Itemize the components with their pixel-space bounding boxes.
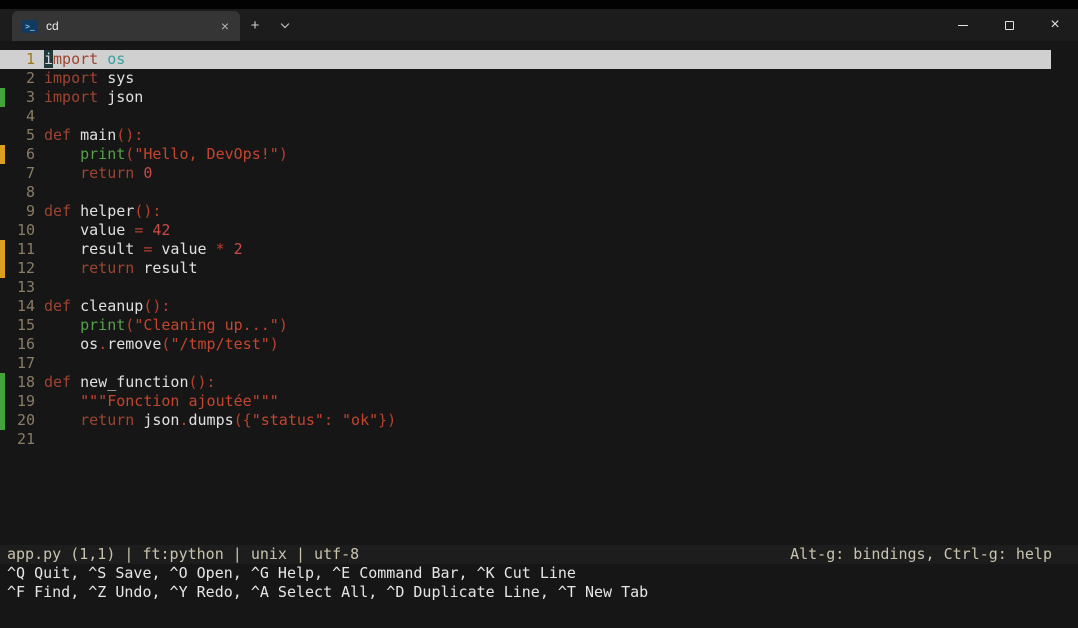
status-keybind-hint: Alt-g: bindings, Ctrl-g: help xyxy=(790,545,1052,564)
code-line[interactable]: 8 xyxy=(0,183,1051,202)
code-line[interactable]: 15 print("Cleaning up...") xyxy=(0,316,1051,335)
screen-top-edge xyxy=(0,0,1078,9)
line-number: 8 xyxy=(5,183,35,202)
minimize-icon xyxy=(958,25,968,26)
maximize-button[interactable] xyxy=(986,9,1032,41)
terminal-icon: >_ xyxy=(22,20,38,33)
line-number: 9 xyxy=(5,202,35,221)
code-line[interactable]: 3 import json xyxy=(0,88,1051,107)
code-line[interactable]: 18 def new_function(): xyxy=(0,373,1051,392)
line-number: 20 xyxy=(5,411,35,430)
code-line[interactable]: 21 xyxy=(0,430,1051,449)
bottom-padding xyxy=(0,602,1078,628)
line-number: 5 xyxy=(5,126,35,145)
code-line[interactable]: 11 result = value * 2 xyxy=(0,240,1051,259)
code-text: return 0 xyxy=(44,164,152,183)
minimize-button[interactable] xyxy=(940,9,986,41)
line-number: 15 xyxy=(5,316,35,335)
code-line[interactable]: 16 os.remove("/tmp/test") xyxy=(0,335,1051,354)
code-text: def main(): xyxy=(44,126,143,145)
close-button[interactable]: × xyxy=(1032,9,1078,41)
code-line[interactable]: 17 xyxy=(0,354,1051,373)
code-text: import os xyxy=(44,50,125,69)
code-line[interactable]: 2 import sys xyxy=(0,69,1051,88)
line-number: 3 xyxy=(5,88,35,107)
status-spacer xyxy=(359,545,790,564)
line-number: 2 xyxy=(5,69,35,88)
code-line[interactable]: 6 print("Hello, DevOps!") xyxy=(0,145,1051,164)
line-number: 18 xyxy=(5,373,35,392)
line-number: 10 xyxy=(5,221,35,240)
line-number: 4 xyxy=(5,107,35,126)
code-line[interactable]: 12 return result xyxy=(0,259,1051,278)
code-text: result = value * 2 xyxy=(44,240,243,259)
help-line-1: ^Q Quit, ^S Save, ^O Open, ^G Help, ^E C… xyxy=(0,564,1078,583)
line-number: 21 xyxy=(5,430,35,449)
titlebar-drag-area xyxy=(300,9,940,41)
tab-dropdown-button[interactable] xyxy=(270,9,300,41)
code-text: def cleanup(): xyxy=(44,297,170,316)
line-number: 19 xyxy=(5,392,35,411)
code-line[interactable]: 5 def main(): xyxy=(0,126,1051,145)
line-number: 6 xyxy=(5,145,35,164)
code-text: return result xyxy=(44,259,198,278)
code-line[interactable]: 10 value = 42 xyxy=(0,221,1051,240)
code-text: print("Cleaning up...") xyxy=(44,316,288,335)
maximize-icon xyxy=(1005,21,1014,30)
code-text: import sys xyxy=(44,69,134,88)
code-text: import json xyxy=(44,88,143,107)
close-icon: × xyxy=(1050,16,1059,34)
code-text: os.remove("/tmp/test") xyxy=(44,335,279,354)
line-number: 12 xyxy=(5,259,35,278)
code-text: print("Hello, DevOps!") xyxy=(44,145,288,164)
code-text: """Fonction ajoutée""" xyxy=(44,392,279,411)
terminal-tab[interactable]: >_ cd × xyxy=(12,11,240,41)
line-number: 1 xyxy=(5,50,35,69)
code-text: value = 42 xyxy=(44,221,170,240)
code-text: def new_function(): xyxy=(44,373,216,392)
new-tab-button[interactable]: + xyxy=(240,9,270,41)
line-number: 7 xyxy=(5,164,35,183)
code-line[interactable]: 19 """Fonction ajoutée""" xyxy=(0,392,1051,411)
line-number: 11 xyxy=(5,240,35,259)
terminal-window: >_ cd × + × 1 import os 2 import sys 3 import… xyxy=(0,0,1078,628)
tab-close-button[interactable]: × xyxy=(218,19,232,33)
editor-empty-area xyxy=(0,449,1078,545)
editor-lines: 1 import os 2 import sys 3 import json 45 def m… xyxy=(0,50,1078,449)
chevron-down-icon xyxy=(281,19,289,27)
line-number: 13 xyxy=(5,278,35,297)
code-text: def helper(): xyxy=(44,202,161,221)
status-bar: app.py (1,1) | ft:python | unix | utf-8 … xyxy=(0,545,1078,564)
code-line[interactable]: 14 def cleanup(): xyxy=(0,297,1051,316)
terminal-content[interactable]: 1 import os 2 import sys 3 import json 45 def m… xyxy=(0,41,1078,628)
help-line-2: ^F Find, ^Z Undo, ^Y Redo, ^A Select All… xyxy=(0,583,1078,602)
code-line[interactable]: 7 return 0 xyxy=(0,164,1051,183)
plus-icon: + xyxy=(251,17,260,34)
code-line[interactable]: 20 return json.dumps({"status": "ok"}) xyxy=(0,411,1051,430)
tab-title: cd xyxy=(46,19,218,33)
code-text: return json.dumps({"status": "ok"}) xyxy=(44,411,396,430)
code-line[interactable]: 4 xyxy=(0,107,1051,126)
code-line[interactable]: 13 xyxy=(0,278,1051,297)
status-file-info: app.py (1,1) | ft:python | unix | utf-8 xyxy=(7,545,359,564)
title-bar: >_ cd × + × xyxy=(0,9,1078,41)
line-number: 17 xyxy=(5,354,35,373)
line-number: 16 xyxy=(5,335,35,354)
code-line[interactable]: 9 def helper(): xyxy=(0,202,1051,221)
line-number: 14 xyxy=(5,297,35,316)
code-line[interactable]: 1 import os xyxy=(0,50,1051,69)
